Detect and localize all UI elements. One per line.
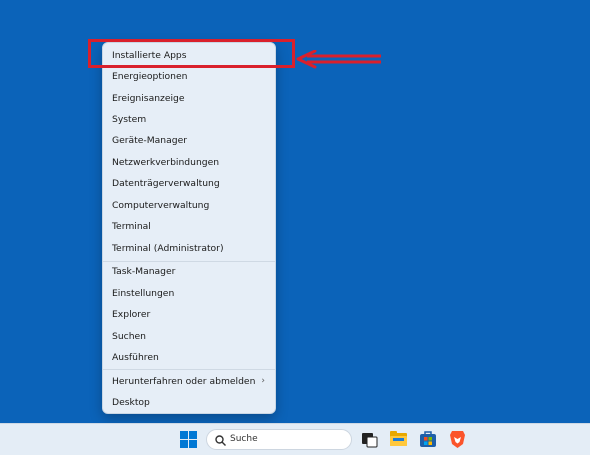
microsoft-store-icon[interactable]	[419, 430, 437, 448]
task-view-icon[interactable]	[361, 431, 378, 448]
menu-item-settings[interactable]: Einstellungen	[103, 283, 275, 304]
menu-item-terminal[interactable]: Terminal	[103, 216, 275, 237]
menu-item-shutdown[interactable]: Herunterfahren oder abmelden ›	[103, 371, 275, 392]
highlight-rectangle	[88, 39, 295, 68]
menu-item-network-connections[interactable]: Netzwerkverbindungen	[103, 152, 275, 173]
menu-item-power-options[interactable]: Energieoptionen	[103, 66, 275, 87]
menu-item-search[interactable]: Suchen	[103, 326, 275, 347]
menu-item-computer-management[interactable]: Computerverwaltung	[103, 195, 275, 216]
menu-item-device-manager[interactable]: Geräte-Manager	[103, 130, 275, 151]
menu-item-disk-management[interactable]: Datenträgerverwaltung	[103, 173, 275, 194]
winx-context-menu: Installierte Apps Energieoptionen Ereign…	[102, 42, 276, 414]
arrow-annotation-icon	[296, 50, 381, 69]
file-explorer-icon[interactable]	[389, 430, 408, 448]
menu-item-shutdown-label: Herunterfahren oder abmelden	[112, 376, 256, 387]
menu-item-explorer[interactable]: Explorer	[103, 304, 275, 325]
menu-item-task-manager[interactable]: Task-Manager	[103, 261, 275, 282]
menu-item-terminal-admin[interactable]: Terminal (Administrator)	[103, 238, 275, 259]
search-label: Suche	[230, 434, 258, 444]
menu-item-desktop[interactable]: Desktop	[103, 392, 275, 413]
search-icon	[215, 435, 226, 446]
search-box[interactable]: Suche	[206, 429, 352, 450]
menu-item-event-viewer[interactable]: Ereignisanzeige	[103, 88, 275, 109]
brave-browser-icon[interactable]	[449, 429, 466, 449]
taskbar: Suche	[0, 423, 590, 455]
menu-separator	[103, 369, 275, 370]
windows-start-icon[interactable]	[180, 431, 197, 448]
menu-item-system[interactable]: System	[103, 109, 275, 130]
menu-item-run[interactable]: Ausführen	[103, 347, 275, 368]
chevron-right-icon: ›	[261, 376, 265, 386]
